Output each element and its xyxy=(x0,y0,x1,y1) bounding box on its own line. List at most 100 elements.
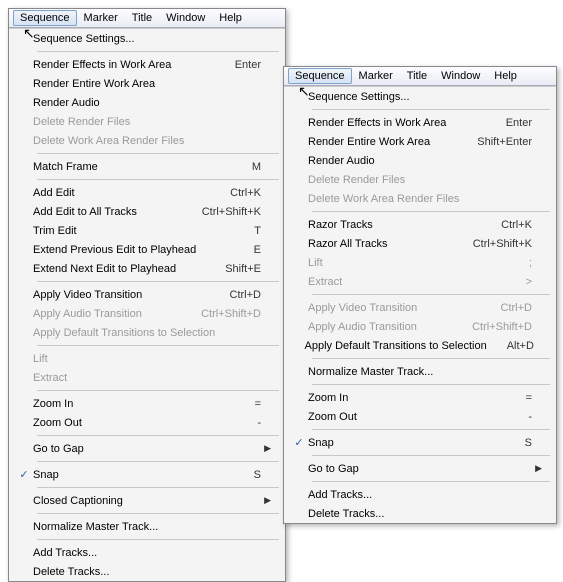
menu-separator xyxy=(312,384,550,385)
menu-item-label: Zoom In xyxy=(308,392,506,404)
menu-item-shortcut: Ctrl+Shift+K xyxy=(473,238,532,250)
chevron-right-icon: ▶ xyxy=(261,443,271,454)
menu-item[interactable]: Zoom Out- xyxy=(284,407,556,426)
menu-item[interactable]: Add Tracks... xyxy=(284,485,556,504)
menu-separator xyxy=(312,294,550,295)
menu-item[interactable]: Extend Previous Edit to Playhead E xyxy=(9,240,285,259)
menu-item[interactable]: Render Audio xyxy=(9,93,285,112)
menu-item[interactable]: Delete Tracks... xyxy=(284,504,556,523)
menubar-item-window[interactable]: Window xyxy=(159,10,212,26)
menu-item[interactable]: Go to Gap▶ xyxy=(9,439,285,458)
menu-item-label: Normalize Master Track... xyxy=(33,521,241,533)
menu-item[interactable]: ✓SnapS xyxy=(284,433,556,452)
menu-item-shortcut: Ctrl+D xyxy=(501,302,532,314)
menu-item-shortcut: Alt+D xyxy=(507,340,534,352)
menubar-item-help[interactable]: Help xyxy=(212,10,249,26)
menu-item-shortcut: Ctrl+Shift+D xyxy=(472,321,532,333)
menu-item[interactable]: Apply Video TransitionCtrl+D xyxy=(9,285,285,304)
menu-item-shortcut: Shift+Enter xyxy=(477,136,532,148)
menu-item: Apply Audio TransitionCtrl+Shift+D xyxy=(284,317,556,336)
menu-item[interactable]: Render Effects in Work AreaEnter xyxy=(9,55,285,74)
left-window: SequenceMarkerTitleWindowHelp ↖ Sequence… xyxy=(8,8,286,582)
menubar-item-sequence[interactable]: Sequence xyxy=(288,68,352,84)
menu-item[interactable]: Zoom Out- xyxy=(9,413,285,432)
menu-item-label: Render Effects in Work Area xyxy=(308,117,486,129)
menu-item: Apply Audio TransitionCtrl+Shift+D xyxy=(9,304,285,323)
menu-item[interactable]: Normalize Master Track... xyxy=(284,362,556,381)
menu-item[interactable]: Go to Gap▶ xyxy=(284,459,556,478)
menubar-item-marker[interactable]: Marker xyxy=(352,68,400,84)
menu-item[interactable]: Add Tracks... xyxy=(9,543,285,562)
menu-item[interactable]: Zoom In= xyxy=(284,388,556,407)
menu-item: Lift xyxy=(9,349,285,368)
menu-item-label: Extend Previous Edit to Playhead xyxy=(33,244,234,256)
menu-item[interactable]: Render Entire Work AreaShift+Enter xyxy=(284,132,556,151)
menu-item[interactable]: Sequence Settings... xyxy=(9,29,285,48)
menu-separator xyxy=(37,435,279,436)
menu-item[interactable]: Apply Default Transitions to SelectionAl… xyxy=(284,336,556,355)
menu-item-label: Add Tracks... xyxy=(33,547,241,559)
menu-item: Delete Render Files xyxy=(284,170,556,189)
menu-item[interactable]: Render Entire Work Area xyxy=(9,74,285,93)
right-window: SequenceMarkerTitleWindowHelp ↖ Sequence… xyxy=(283,66,557,524)
menu-item[interactable]: Match Frame M xyxy=(9,157,285,176)
menu-separator xyxy=(312,109,550,110)
menu-item-shortcut: Ctrl+Shift+K xyxy=(202,206,261,218)
menu-item[interactable]: Add Edit to All TracksCtrl+Shift+K xyxy=(9,202,285,221)
menu-separator xyxy=(312,455,550,456)
menu-item-label: Apply Audio Transition xyxy=(33,308,181,320)
menubar-item-title[interactable]: Title xyxy=(125,10,159,26)
menu-item-label: Render Audio xyxy=(33,97,241,109)
menu-item-shortcut: S xyxy=(525,437,532,449)
menu-item-label: Delete Tracks... xyxy=(33,566,241,578)
menubar-item-title[interactable]: Title xyxy=(400,68,434,84)
menubar-item-marker[interactable]: Marker xyxy=(77,10,125,26)
menu-item-label: Delete Render Files xyxy=(33,116,241,128)
menu-separator xyxy=(312,211,550,212)
sequence-menu-right: Sequence Settings... Render Effects in Wo… xyxy=(284,86,556,523)
menu-item[interactable]: Closed Captioning ▶ xyxy=(9,491,285,510)
menu-item[interactable]: Render Effects in Work AreaEnter xyxy=(284,113,556,132)
menu-item: Apply Default Transitions to Selection xyxy=(9,323,285,342)
menu-item-label: Delete Work Area Render Files xyxy=(308,193,512,205)
menu-item[interactable]: Sequence Settings... xyxy=(284,87,556,106)
menu-item: Extract> xyxy=(284,272,556,291)
menu-separator xyxy=(312,481,550,482)
menu-item: Lift; xyxy=(284,253,556,272)
menubar-left: SequenceMarkerTitleWindowHelp xyxy=(9,9,285,28)
menu-item-label: Zoom In xyxy=(33,398,235,410)
menu-item-label: Render Effects in Work Area xyxy=(33,59,215,71)
menu-item-label: Closed Captioning xyxy=(33,495,241,507)
menu-separator xyxy=(37,487,279,488)
menu-item-label: Render Entire Work Area xyxy=(33,78,241,90)
menu-item[interactable]: Extend Next Edit to PlayheadShift+E xyxy=(9,259,285,278)
menubar-item-help[interactable]: Help xyxy=(487,68,524,84)
menu-item-label: Lift xyxy=(33,353,241,365)
menu-item-shortcut: M xyxy=(252,161,261,173)
menu-item: Apply Video TransitionCtrl+D xyxy=(284,298,556,317)
menubar-item-sequence[interactable]: Sequence xyxy=(13,10,77,26)
menu-item-label: Match Frame xyxy=(33,161,232,173)
menu-item[interactable]: Normalize Master Track... xyxy=(9,517,285,536)
menu-item[interactable]: Delete Tracks... xyxy=(9,562,285,581)
menu-item[interactable]: Zoom In= xyxy=(9,394,285,413)
menu-item-label: Delete Render Files xyxy=(308,174,512,186)
menu-item[interactable]: Trim EditT xyxy=(9,221,285,240)
menu-item[interactable]: ✓SnapS xyxy=(9,465,285,484)
menu-item-shortcut: Ctrl+K xyxy=(501,219,532,231)
menu-separator xyxy=(37,345,279,346)
menu-item-label: Zoom Out xyxy=(33,417,237,429)
menu-item[interactable]: Razor All TracksCtrl+Shift+K xyxy=(284,234,556,253)
menu-item[interactable]: Add EditCtrl+K xyxy=(9,183,285,202)
menu-separator xyxy=(37,539,279,540)
menu-item[interactable]: Razor TracksCtrl+K xyxy=(284,215,556,234)
menu-separator xyxy=(37,461,279,462)
menu-item[interactable]: Render Audio xyxy=(284,151,556,170)
menu-item: Delete Render Files xyxy=(9,112,285,131)
menu-item-label: Zoom Out xyxy=(308,411,508,423)
menu-item-label: Normalize Master Track... xyxy=(308,366,512,378)
menubar-item-window[interactable]: Window xyxy=(434,68,487,84)
menu-item-label: Add Edit xyxy=(33,187,210,199)
chevron-right-icon: ▶ xyxy=(261,495,271,506)
menu-item-shortcut: E xyxy=(254,244,261,256)
